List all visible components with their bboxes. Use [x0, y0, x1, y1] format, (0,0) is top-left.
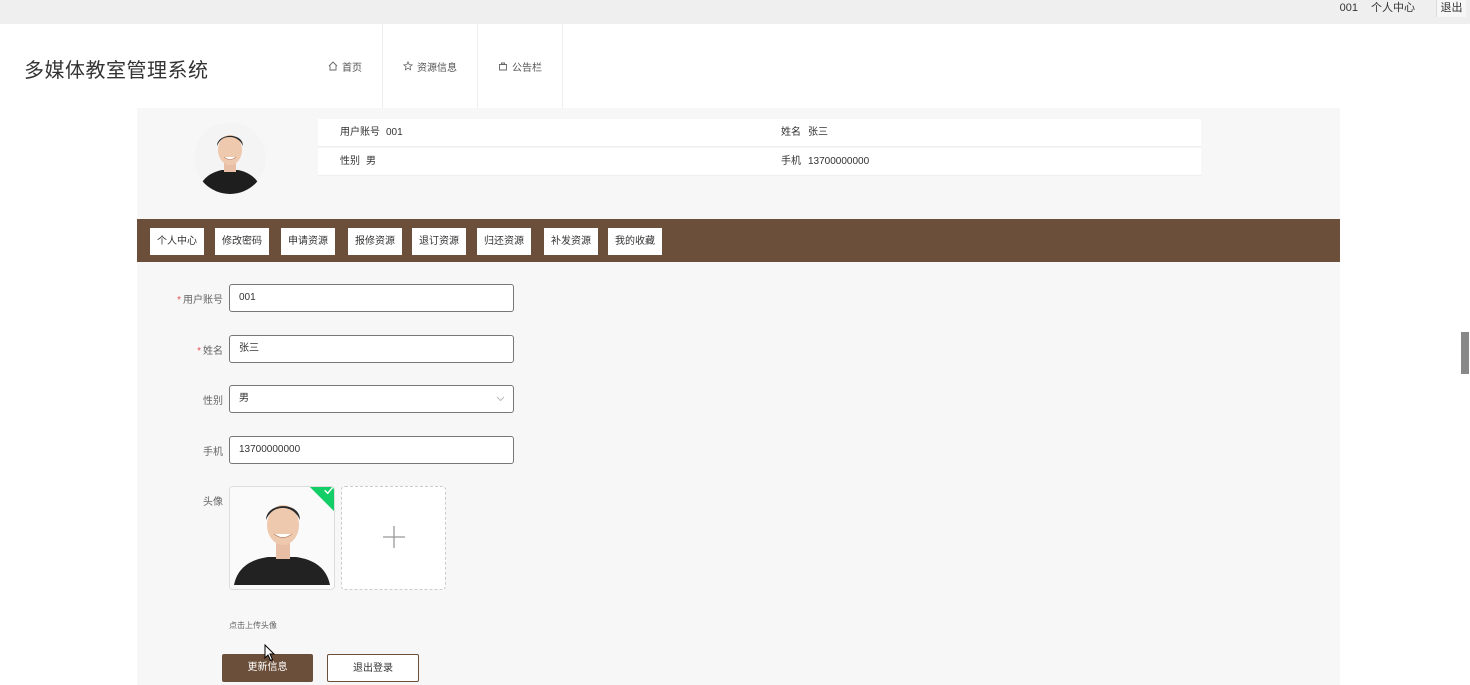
nav-item-label: 公告栏: [512, 62, 542, 74]
nav-item-announcements[interactable]: 公告栏: [478, 24, 563, 108]
avatar-upload-button[interactable]: [341, 486, 446, 590]
site-title: 多媒体教室管理系统: [24, 60, 209, 82]
profile-account-value: 001: [386, 127, 403, 138]
top-personal-center-link[interactable]: 个人中心: [1371, 0, 1415, 17]
profile-summary: 用户账号 001 姓名 张三 性别 男 手机 13700000000: [137, 108, 1340, 220]
plus-icon: [383, 526, 405, 548]
profile-gender-value: 男: [366, 156, 376, 167]
user-tab-bar: 个人中心 修改密码 申请资源 报修资源 退订资源 归还资源 补发资源 我的收藏: [137, 219, 1340, 262]
phone-field-label: 手机: [203, 447, 223, 458]
account-input[interactable]: 001: [229, 284, 514, 312]
star-icon: [403, 61, 413, 71]
profile-account-label: 用户账号: [340, 127, 380, 138]
profile-gender-label: 性别: [340, 156, 360, 167]
account-field-label: * 用户账号: [177, 295, 223, 306]
profile-phone-label: 手机: [781, 156, 801, 167]
top-username: 001: [1339, 2, 1358, 14]
avatar-upload-thumbnail[interactable]: [229, 486, 335, 590]
tab-my-favorites[interactable]: 我的收藏: [608, 228, 662, 255]
profile-row-2: 性别 男 手机 13700000000: [318, 148, 1201, 176]
top-logout-button[interactable]: 退出: [1436, 0, 1466, 17]
header: 多媒体教室管理系统 首页 资源信息 公告栏: [0, 24, 1470, 108]
nav-item-label: 资源信息: [417, 62, 457, 74]
name-field-label: * 姓名: [197, 346, 223, 357]
scrollbar-thumb[interactable]: [1461, 332, 1469, 374]
profile-name-value: 张三: [808, 127, 828, 138]
home-icon: [328, 61, 338, 71]
nav-item-home[interactable]: 首页: [308, 24, 383, 108]
name-input[interactable]: 张三: [229, 335, 514, 363]
nav-item-label: 首页: [342, 62, 362, 74]
top-bar: 001 个人中心 退出: [0, 0, 1470, 24]
gender-field-label: 性别: [203, 396, 223, 407]
profile-row-1: 用户账号 001 姓名 张三: [318, 119, 1201, 147]
gender-select-value: 男: [239, 393, 249, 404]
avatar-photo: [194, 122, 266, 194]
nav-item-resources[interactable]: 资源信息: [383, 24, 478, 108]
main-nav: 首页 资源信息 公告栏: [308, 24, 563, 108]
avatar: [194, 122, 266, 194]
tab-personal-center[interactable]: 个人中心: [150, 228, 204, 255]
gender-select[interactable]: 男: [229, 385, 514, 413]
chevron-down-icon: [496, 396, 505, 402]
phone-input[interactable]: 13700000000: [229, 436, 514, 464]
profile-phone-value: 13700000000: [808, 156, 870, 167]
main-content: 用户账号 001 姓名 张三 性别 男 手机 13700000000 个人中心 …: [137, 108, 1340, 685]
tab-cancel-resource[interactable]: 退订资源: [412, 228, 466, 255]
tab-reissue-resource[interactable]: 补发资源: [544, 228, 598, 255]
avatar-thumbnail-photo: [230, 487, 334, 589]
tab-return-resource[interactable]: 归还资源: [477, 228, 531, 255]
profile-name-label: 姓名: [781, 127, 801, 138]
avatar-field-label: 头像: [203, 497, 223, 508]
upload-hint: 点击上传头像: [229, 621, 277, 630]
bag-icon: [499, 62, 507, 71]
tab-repair-resource[interactable]: 报修资源: [348, 228, 402, 255]
check-icon: [324, 487, 334, 495]
tab-apply-resource[interactable]: 申请资源: [281, 228, 335, 255]
mouse-cursor-icon: [264, 644, 276, 662]
logout-button[interactable]: 退出登录: [327, 654, 419, 682]
required-mark: *: [177, 295, 181, 306]
tab-change-password[interactable]: 修改密码: [215, 228, 269, 255]
required-mark: *: [197, 346, 201, 357]
